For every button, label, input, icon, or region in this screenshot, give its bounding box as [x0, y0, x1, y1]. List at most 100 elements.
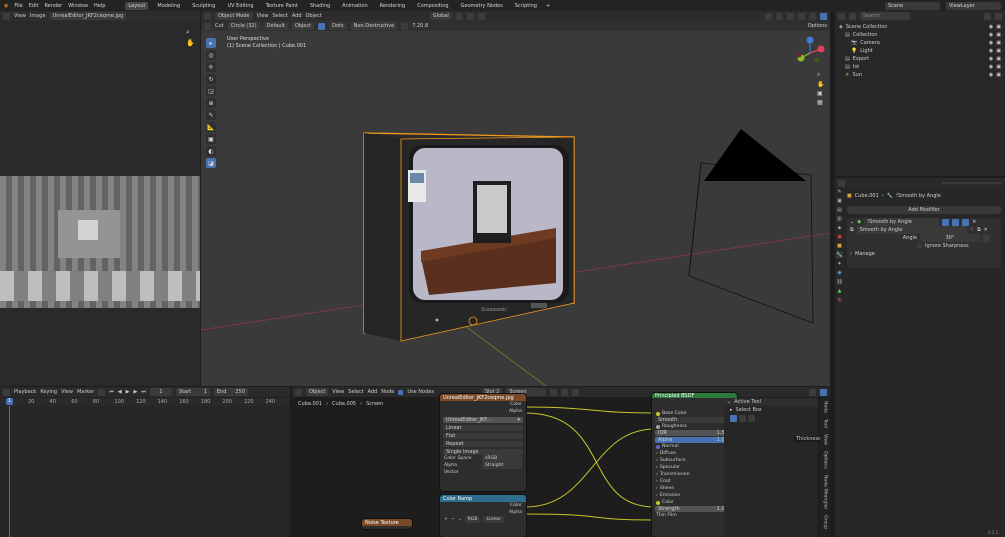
eye-icon[interactable]: ◉ [989, 64, 993, 70]
outliner-row[interactable]: 💡 Light ◉ ▣ [835, 47, 1005, 55]
view-layer-props-icon[interactable]: ▥ [837, 216, 842, 222]
shading-material-icon[interactable] [820, 12, 827, 20]
ior-field[interactable]: IOR1.500 [655, 430, 734, 436]
editmode-toggle-icon[interactable] [942, 218, 950, 226]
normal-socket[interactable] [656, 444, 660, 449]
tool-props-icon[interactable]: ✎ [837, 189, 841, 195]
eye-icon[interactable]: ◉ [989, 56, 993, 62]
ramp-interp-dropdown[interactable]: Linear [483, 516, 504, 523]
eye-icon[interactable]: ◉ [989, 40, 993, 46]
tab-options[interactable]: Options [823, 448, 828, 472]
properties-search-input[interactable] [942, 182, 1002, 184]
playhead-marker[interactable]: 1 [6, 398, 14, 405]
tab-node[interactable]: Node [823, 398, 828, 416]
tab-compositing[interactable]: Compositing [414, 2, 451, 10]
base-color-socket[interactable] [656, 411, 660, 416]
prev-key-icon[interactable]: ◀ [118, 389, 122, 395]
tab-layout[interactable]: Layout [125, 1, 149, 10]
roughness-socket[interactable] [656, 424, 660, 429]
dots-dropdown[interactable]: Dots [329, 22, 347, 30]
record-icon[interactable] [98, 388, 106, 396]
ramp-menu-icon[interactable]: ⌄ [458, 517, 462, 522]
tab-group[interactable]: Group [823, 512, 828, 532]
new-collection-icon[interactable] [995, 12, 1002, 20]
xray-icon[interactable] [798, 12, 805, 20]
blender-logo-icon[interactable]: ◉ [4, 3, 8, 9]
tab-shading[interactable]: Shading [307, 2, 333, 10]
render-camera-icon[interactable]: ▣ [996, 48, 1001, 54]
object-props-icon[interactable]: ■ [837, 243, 842, 249]
image-menu-image[interactable]: Image [30, 13, 46, 19]
editor-type-icon[interactable] [838, 179, 845, 187]
attribute-toggle-icon[interactable] [983, 234, 990, 242]
timeline-menu-keying[interactable]: Keying [40, 389, 57, 395]
add-workspace-button[interactable]: + [546, 3, 550, 9]
outliner-row[interactable]: ◈ Scene Collection ◉ ▣ [835, 23, 1005, 31]
timeline-menu-marker[interactable]: Marker [77, 389, 94, 395]
viewport-menu-object[interactable]: Object [306, 13, 322, 19]
circle-dropdown[interactable]: Circle (32) [227, 22, 260, 30]
menu-file[interactable]: File [14, 3, 22, 9]
render-camera-icon[interactable]: ▣ [996, 64, 1001, 70]
transform-orientation-dropdown[interactable]: Global [429, 12, 452, 20]
3d-viewport[interactable]: Object Mode View Select Add Object Globa… [201, 11, 830, 386]
image-texture-node[interactable]: UnrealEditor_JKF2ceqme.jpg Color Alpha U… [440, 394, 526, 491]
tab-scripting[interactable]: Scripting [512, 2, 540, 10]
outliner-row[interactable]: ▤ Export ◉ ▣ [835, 55, 1005, 63]
eye-icon[interactable]: ◉ [989, 48, 993, 54]
add-stop-icon[interactable]: + [444, 517, 448, 522]
physics-props-icon[interactable]: ◉ [837, 270, 841, 276]
viewport-menu-select[interactable]: Select [272, 13, 287, 19]
menu-window[interactable]: Window [68, 3, 88, 9]
start-frame-field[interactable]: Start 1 [175, 388, 210, 396]
editor-type-icon[interactable] [3, 12, 10, 20]
render-camera-icon[interactable]: ▣ [996, 56, 1001, 62]
timeline-menu-playback[interactable]: Playback [14, 389, 36, 395]
editor-type-icon[interactable] [838, 12, 845, 20]
gizmo-icon[interactable] [776, 12, 783, 20]
end-frame-field[interactable]: End 250 [213, 388, 248, 396]
gear-icon[interactable] [401, 22, 409, 30]
alpha-mode-dropdown[interactable]: Straight [482, 462, 522, 469]
ramp-mode-dropdown[interactable]: RGB [464, 516, 481, 523]
next-key-icon[interactable]: ▶ [134, 389, 138, 395]
extension-dropdown[interactable]: Repeat [443, 441, 523, 447]
menu-edit[interactable]: Edit [29, 3, 39, 9]
visibility-icon[interactable] [765, 12, 772, 20]
cut-tool-icon[interactable] [204, 22, 211, 30]
scene-selector[interactable]: Scene [885, 1, 940, 10]
color-ramp-node[interactable]: Color Ramp Color Alpha + − ⌄ RGB Linear [440, 495, 526, 537]
editor-type-icon[interactable] [3, 388, 10, 396]
current-frame-field[interactable]: 1 [149, 388, 172, 396]
editor-type-icon[interactable] [204, 12, 211, 20]
ignore-sharpness-checkbox[interactable] [917, 243, 922, 249]
material-props-icon[interactable]: ◍ [837, 297, 841, 303]
world-props-icon[interactable]: ● [837, 234, 841, 240]
render-camera-icon[interactable]: ▣ [996, 32, 1001, 38]
option-icon[interactable] [318, 22, 326, 30]
render-props-icon[interactable]: ▣ [837, 198, 842, 204]
particles-props-icon[interactable]: ✦ [837, 261, 841, 267]
tab-texture-paint[interactable]: Texture Paint [263, 2, 301, 10]
options-button[interactable]: Options [808, 23, 827, 29]
mode-set-icon[interactable] [730, 414, 737, 422]
close-icon[interactable]: ✕ [972, 219, 976, 225]
tab-tool[interactable]: Tool [823, 416, 828, 431]
jump-end-icon[interactable]: ⏭ [141, 389, 146, 395]
funnel-icon[interactable] [984, 12, 991, 20]
viewport-menu-view[interactable]: View [257, 13, 269, 19]
node-group-field[interactable]: Smooth by Angle [856, 226, 967, 234]
unlink-icon[interactable]: ✕ [984, 227, 988, 233]
mode-extend-icon[interactable] [739, 414, 746, 422]
modifier-props-icon[interactable]: 🔧 [836, 252, 843, 258]
tab-geometry-nodes[interactable]: Geometry Nodes [458, 2, 506, 10]
thin-film-section[interactable]: Thin Film [656, 513, 677, 518]
eye-icon[interactable]: ◉ [989, 24, 993, 30]
collapse-chevron-icon[interactable]: ⌄ [850, 219, 854, 225]
angle-field[interactable]: 30° [920, 234, 980, 242]
viewport-menu-add[interactable]: Add [292, 13, 302, 19]
noise-texture-node[interactable]: Noise Texture [362, 519, 412, 529]
tab-rendering[interactable]: Rendering [377, 2, 409, 10]
copy-icon[interactable]: ⧉ [977, 227, 981, 233]
constraints-props-icon[interactable]: ⛓ [836, 279, 842, 285]
